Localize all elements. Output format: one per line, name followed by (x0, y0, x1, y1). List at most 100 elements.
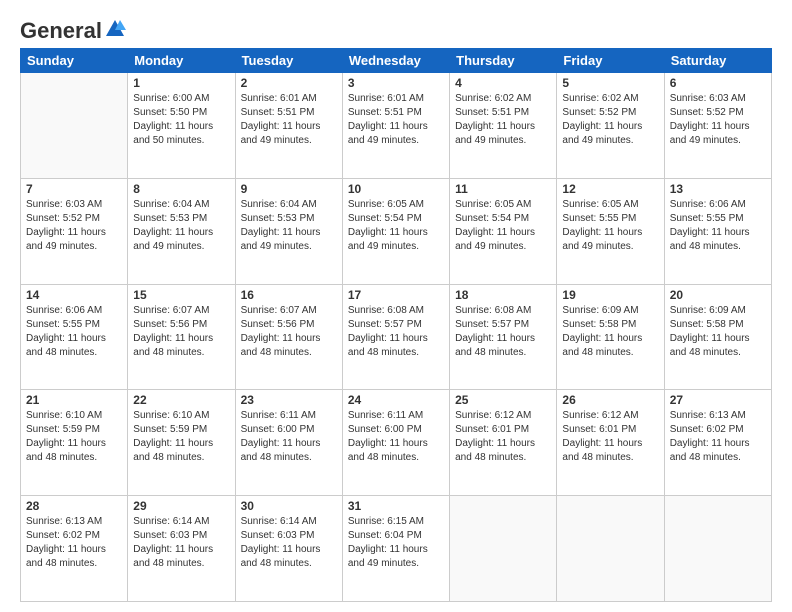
day-number: 3 (348, 76, 444, 90)
calendar-cell: 24 Sunrise: 6:11 AM Sunset: 6:00 PM Dayli… (342, 390, 449, 496)
day-number: 18 (455, 288, 551, 302)
calendar-cell: 9 Sunrise: 6:04 AM Sunset: 5:53 PM Daylig… (235, 178, 342, 284)
day-info: Sunrise: 6:06 AM Sunset: 5:55 PM Dayligh… (26, 304, 122, 360)
day-number: 20 (670, 288, 766, 302)
calendar-cell: 4 Sunrise: 6:02 AM Sunset: 5:51 PM Daylig… (450, 73, 557, 179)
day-info: Sunrise: 6:15 AM Sunset: 6:04 PM Dayligh… (348, 515, 444, 571)
day-number: 5 (562, 76, 658, 90)
day-number: 24 (348, 393, 444, 407)
day-info: Sunrise: 6:07 AM Sunset: 5:56 PM Dayligh… (241, 304, 337, 360)
calendar-cell: 12 Sunrise: 6:05 AM Sunset: 5:55 PM Dayli… (557, 178, 664, 284)
day-number: 17 (348, 288, 444, 302)
day-info: Sunrise: 6:04 AM Sunset: 5:53 PM Dayligh… (241, 198, 337, 254)
day-info: Sunrise: 6:13 AM Sunset: 6:02 PM Dayligh… (26, 515, 122, 571)
day-number: 21 (26, 393, 122, 407)
day-header-thursday: Thursday (450, 49, 557, 73)
day-info: Sunrise: 6:08 AM Sunset: 5:57 PM Dayligh… (455, 304, 551, 360)
day-header-friday: Friday (557, 49, 664, 73)
day-number: 23 (241, 393, 337, 407)
day-number: 22 (133, 393, 229, 407)
day-number: 27 (670, 393, 766, 407)
calendar-week-3: 14 Sunrise: 6:06 AM Sunset: 5:55 PM Dayli… (21, 284, 772, 390)
day-info: Sunrise: 6:12 AM Sunset: 6:01 PM Dayligh… (562, 409, 658, 465)
logo-icon (104, 18, 126, 40)
day-number: 30 (241, 499, 337, 513)
calendar-cell: 1 Sunrise: 6:00 AM Sunset: 5:50 PM Daylig… (128, 73, 235, 179)
day-number: 6 (670, 76, 766, 90)
day-number: 29 (133, 499, 229, 513)
day-info: Sunrise: 6:14 AM Sunset: 6:03 PM Dayligh… (241, 515, 337, 571)
day-number: 4 (455, 76, 551, 90)
day-header-wednesday: Wednesday (342, 49, 449, 73)
day-header-saturday: Saturday (664, 49, 771, 73)
calendar-cell: 2Sunrise: 6:01 AM Sunset: 5:51 PM Daylig… (235, 73, 342, 179)
calendar-cell: 25 Sunrise: 6:12 AM Sunset: 6:01 PM Dayli… (450, 390, 557, 496)
calendar-cell (21, 73, 128, 179)
day-info: Sunrise: 6:11 AM Sunset: 6:00 PM Dayligh… (348, 409, 444, 465)
day-number: 12 (562, 182, 658, 196)
day-info: Sunrise: 6:07 AM Sunset: 5:56 PM Dayligh… (133, 304, 229, 360)
calendar-cell: 16Sunrise: 6:07 AM Sunset: 5:56 PM Dayli… (235, 284, 342, 390)
calendar-cell: 5 Sunrise: 6:02 AM Sunset: 5:52 PM Daylig… (557, 73, 664, 179)
page: General SundayMondayTuesdayWednesdayThur… (0, 0, 792, 612)
calendar-cell: 21 Sunrise: 6:10 AM Sunset: 5:59 PM Dayli… (21, 390, 128, 496)
calendar-cell: 14 Sunrise: 6:06 AM Sunset: 5:55 PM Dayli… (21, 284, 128, 390)
calendar-week-2: 7 Sunrise: 6:03 AM Sunset: 5:52 PM Daylig… (21, 178, 772, 284)
day-info: Sunrise: 6:10 AM Sunset: 5:59 PM Dayligh… (133, 409, 229, 465)
day-info: Sunrise: 6:12 AM Sunset: 6:01 PM Dayligh… (455, 409, 551, 465)
calendar-cell (664, 496, 771, 602)
day-number: 9 (241, 182, 337, 196)
calendar-cell: 20 Sunrise: 6:09 AM Sunset: 5:58 PM Dayli… (664, 284, 771, 390)
day-info: Sunrise: 6:02 AM Sunset: 5:51 PM Dayligh… (455, 92, 551, 148)
day-info: Sunrise: 6:03 AM Sunset: 5:52 PM Dayligh… (26, 198, 122, 254)
day-number: 10 (348, 182, 444, 196)
calendar: SundayMondayTuesdayWednesdayThursdayFrid… (20, 48, 772, 602)
calendar-cell: 29 Sunrise: 6:14 AM Sunset: 6:03 PM Dayli… (128, 496, 235, 602)
calendar-cell: 15 Sunrise: 6:07 AM Sunset: 5:56 PM Dayli… (128, 284, 235, 390)
day-info: Sunrise: 6:02 AM Sunset: 5:52 PM Dayligh… (562, 92, 658, 148)
calendar-cell: 26 Sunrise: 6:12 AM Sunset: 6:01 PM Dayli… (557, 390, 664, 496)
day-info: Sunrise: 6:11 AM Sunset: 6:00 PM Dayligh… (241, 409, 337, 465)
calendar-cell: 19 Sunrise: 6:09 AM Sunset: 5:58 PM Dayli… (557, 284, 664, 390)
day-number: 1 (133, 76, 229, 90)
day-info: Sunrise: 6:01 AM Sunset: 5:51 PM Dayligh… (241, 92, 337, 148)
day-info: Sunrise: 6:04 AM Sunset: 5:53 PM Dayligh… (133, 198, 229, 254)
calendar-week-5: 28 Sunrise: 6:13 AM Sunset: 6:02 PM Dayli… (21, 496, 772, 602)
day-header-monday: Monday (128, 49, 235, 73)
day-header-tuesday: Tuesday (235, 49, 342, 73)
day-number: 19 (562, 288, 658, 302)
logo-general: General (20, 18, 102, 44)
calendar-cell: 3Sunrise: 6:01 AM Sunset: 5:51 PM Daylig… (342, 73, 449, 179)
day-number: 15 (133, 288, 229, 302)
calendar-cell: 8 Sunrise: 6:04 AM Sunset: 5:53 PM Daylig… (128, 178, 235, 284)
day-info: Sunrise: 6:13 AM Sunset: 6:02 PM Dayligh… (670, 409, 766, 465)
day-number: 8 (133, 182, 229, 196)
calendar-week-4: 21 Sunrise: 6:10 AM Sunset: 5:59 PM Dayli… (21, 390, 772, 496)
day-number: 31 (348, 499, 444, 513)
calendar-cell: 18 Sunrise: 6:08 AM Sunset: 5:57 PM Dayli… (450, 284, 557, 390)
calendar-week-1: 1 Sunrise: 6:00 AM Sunset: 5:50 PM Daylig… (21, 73, 772, 179)
day-info: Sunrise: 6:09 AM Sunset: 5:58 PM Dayligh… (562, 304, 658, 360)
day-info: Sunrise: 6:05 AM Sunset: 5:55 PM Dayligh… (562, 198, 658, 254)
calendar-cell: 22 Sunrise: 6:10 AM Sunset: 5:59 PM Dayli… (128, 390, 235, 496)
day-info: Sunrise: 6:06 AM Sunset: 5:55 PM Dayligh… (670, 198, 766, 254)
day-number: 13 (670, 182, 766, 196)
calendar-header-row: SundayMondayTuesdayWednesdayThursdayFrid… (21, 49, 772, 73)
logo: General (20, 18, 126, 40)
day-info: Sunrise: 6:05 AM Sunset: 5:54 PM Dayligh… (348, 198, 444, 254)
day-info: Sunrise: 6:03 AM Sunset: 5:52 PM Dayligh… (670, 92, 766, 148)
day-info: Sunrise: 6:08 AM Sunset: 5:57 PM Dayligh… (348, 304, 444, 360)
day-number: 14 (26, 288, 122, 302)
calendar-cell: 13 Sunrise: 6:06 AM Sunset: 5:55 PM Dayli… (664, 178, 771, 284)
day-info: Sunrise: 6:10 AM Sunset: 5:59 PM Dayligh… (26, 409, 122, 465)
day-number: 25 (455, 393, 551, 407)
day-info: Sunrise: 6:09 AM Sunset: 5:58 PM Dayligh… (670, 304, 766, 360)
day-number: 7 (26, 182, 122, 196)
calendar-cell: 23 Sunrise: 6:11 AM Sunset: 6:00 PM Dayli… (235, 390, 342, 496)
day-info: Sunrise: 6:14 AM Sunset: 6:03 PM Dayligh… (133, 515, 229, 571)
calendar-cell: 27 Sunrise: 6:13 AM Sunset: 6:02 PM Dayli… (664, 390, 771, 496)
day-number: 28 (26, 499, 122, 513)
calendar-cell: 30 Sunrise: 6:14 AM Sunset: 6:03 PM Dayli… (235, 496, 342, 602)
day-number: 26 (562, 393, 658, 407)
day-info: Sunrise: 6:00 AM Sunset: 5:50 PM Dayligh… (133, 92, 229, 148)
